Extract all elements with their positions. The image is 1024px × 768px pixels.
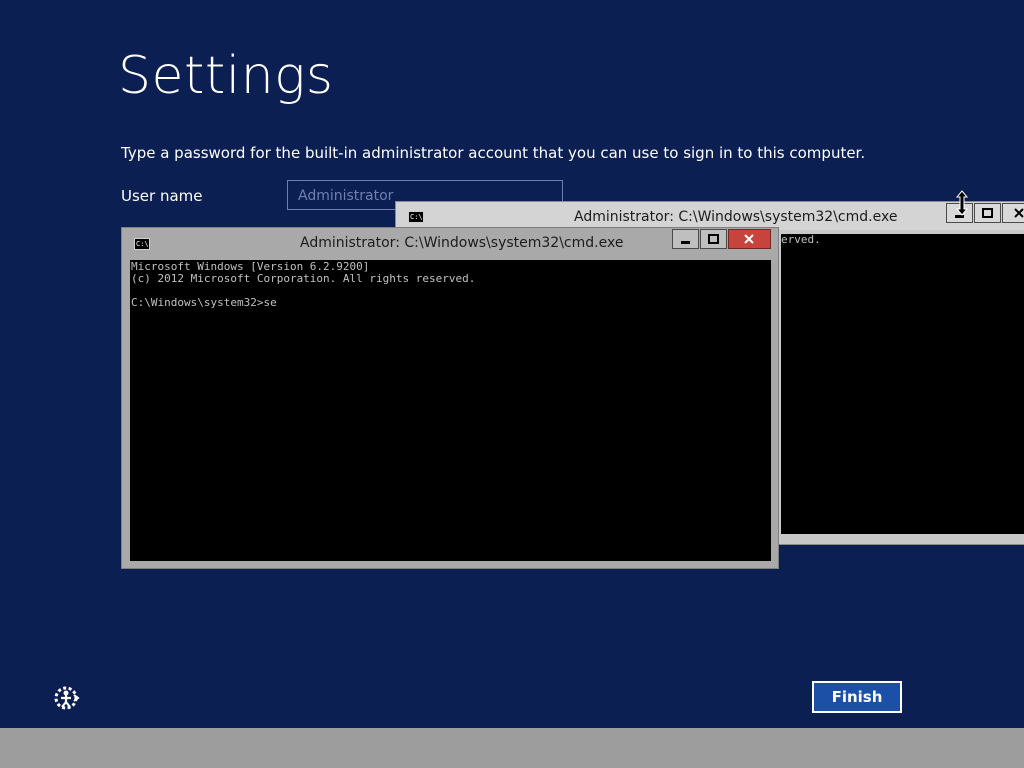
minimize-button[interactable]	[672, 229, 699, 249]
instruction-text: Type a password for the built-in adminis…	[121, 144, 866, 162]
close-icon	[744, 234, 754, 244]
user-name-value: Administrator	[298, 188, 394, 204]
cmd-app-icon[interactable]: C:\	[134, 238, 150, 250]
finish-button[interactable]: Finish	[812, 681, 902, 713]
page-title: Settings	[118, 46, 334, 106]
cmd-console-output[interactable]: Microsoft Windows [Version 6.2.9200] (c)…	[130, 260, 771, 561]
cmd-window-title: Administrator: C:\Windows\system32\cmd.e…	[574, 209, 898, 225]
cmd-window-title: Administrator: C:\Windows\system32\cmd.e…	[300, 235, 624, 251]
maximize-button[interactable]	[974, 203, 1001, 223]
ease-of-access-icon[interactable]	[52, 684, 80, 712]
maximize-button[interactable]	[700, 229, 727, 249]
cmd-window-foreground[interactable]: C:\ Administrator: C:\Windows\system32\c…	[121, 227, 779, 569]
cmd-title-bar[interactable]: C:\ Administrator: C:\Windows\system32\c…	[396, 202, 1024, 230]
resize-cursor-icon	[955, 190, 969, 216]
minimize-icon	[681, 241, 690, 244]
user-name-label: User name	[121, 187, 203, 205]
cmd-title-bar[interactable]: C:\ Administrator: C:\Windows\system32\c…	[122, 228, 778, 256]
cmd-console-output[interactable]: erved.	[781, 234, 1024, 534]
maximize-icon	[982, 208, 993, 218]
close-button[interactable]	[728, 229, 771, 249]
maximize-icon	[708, 234, 719, 244]
close-button[interactable]	[1002, 203, 1024, 223]
close-icon	[1014, 208, 1024, 218]
bottom-bar	[0, 728, 1024, 768]
cmd-app-icon[interactable]: C:\	[408, 211, 424, 223]
